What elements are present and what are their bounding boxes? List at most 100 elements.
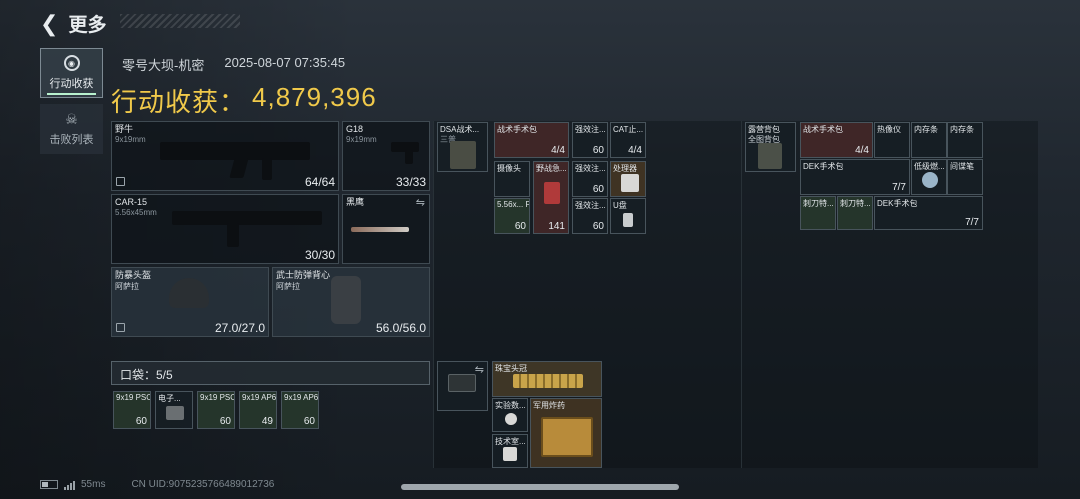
signal-icon	[64, 480, 75, 490]
back-label: 更多	[68, 15, 107, 36]
backpack-item[interactable]: 军用炸药	[530, 398, 602, 468]
tab-kills[interactable]: ☠ 击败列表	[40, 104, 103, 154]
bag-item[interactable]: 内存条	[911, 122, 947, 158]
tab-loot-label: 行动收获	[49, 78, 94, 90]
pistol-grip	[405, 150, 413, 164]
bag-item[interactable]: DEK手术包 7/7	[800, 159, 910, 195]
rig-item[interactable]: 处理器	[610, 161, 646, 197]
pocket-header: 口袋：5/5	[111, 361, 430, 385]
backpack-item[interactable]: 技术室...	[492, 434, 528, 468]
loot-value: 4,879,396	[252, 82, 377, 112]
item-name: 军用炸药	[533, 401, 565, 410]
backpack-item[interactable]: 珠宝头冠	[492, 361, 602, 397]
pocket-item[interactable]: 9x19 PSO 60	[113, 391, 151, 429]
swap-icon[interactable]: ⇋	[416, 196, 425, 209]
item-count: 141	[548, 221, 565, 232]
item-count: 4/4	[855, 145, 869, 156]
swap-icon[interactable]: ⇋	[475, 363, 484, 376]
weapon-slot-pistol[interactable]: G18 9x19mm 33/33	[342, 121, 430, 191]
rig-item[interactable]: 强效注... 60	[572, 161, 608, 197]
item-name: 9x19 AP6.3	[284, 393, 319, 402]
pocket-item[interactable]: 9x19 PSO 60	[197, 391, 235, 429]
bag-item[interactable]: 刺刀特...	[800, 196, 836, 230]
armor-durability: 27.0/27.0	[214, 321, 265, 335]
helmet-slot[interactable]: 防暴头盔 阿萨拉 27.0/27.0	[111, 267, 269, 337]
weapon-name: G18	[346, 124, 364, 134]
rig-item[interactable]: U盘	[610, 198, 646, 234]
item-name: 内存条	[914, 125, 938, 134]
rig-slot[interactable]: DSA战术... 三普	[437, 122, 488, 172]
crown-icon	[513, 374, 583, 388]
item-count: 60	[592, 184, 604, 195]
rifle-mag	[227, 223, 239, 247]
item-name: 处理器	[613, 164, 637, 173]
battery-icon	[40, 480, 58, 489]
header-decoration	[120, 14, 240, 28]
armor-durability: 56.0/56.0	[375, 321, 426, 335]
chevron-left-icon: ❮	[40, 10, 59, 36]
crate-icon	[541, 417, 593, 457]
lock-icon	[116, 323, 125, 332]
item-count: 7/7	[892, 182, 906, 193]
rig-item[interactable]: CAT止... 4/4	[610, 122, 646, 158]
back-button[interactable]: ❮ 更多	[40, 10, 106, 37]
item-name: 热像仪	[877, 125, 901, 134]
bag-item[interactable]: 刺刀特...	[837, 196, 873, 230]
loot-icon: ◉	[63, 55, 80, 71]
rifle-grip	[229, 158, 249, 178]
rig-item[interactable]: 强效注... 60	[572, 122, 608, 158]
item-name: 强效注...	[575, 125, 606, 134]
item-name: 间谍笔	[950, 162, 974, 171]
page-title: 行动收获： 4,879,396	[111, 82, 377, 119]
bag-item[interactable]: 低级燃...	[911, 159, 947, 195]
armor-name: 武士防弹背心	[276, 270, 331, 280]
bag-item[interactable]: 战术手术包 4/4	[800, 122, 873, 158]
backpack-item[interactable]: 实验数...	[492, 398, 528, 432]
armor-sub: 阿萨拉	[115, 282, 139, 291]
item-name: 珠宝头冠	[495, 364, 527, 373]
medkit-icon	[544, 182, 560, 204]
item-name: 刺刀特...	[803, 199, 834, 208]
item-name: 9x19 PSO	[200, 393, 235, 402]
item-name: 内存条	[950, 125, 974, 134]
status-bar: 55ms CN UID:9075235766489012736	[40, 479, 274, 490]
bag-slot[interactable]: 露营背包 全图背包	[745, 122, 796, 172]
home-indicator[interactable]	[401, 484, 679, 490]
tab-loot[interactable]: ◉ 行动收获	[40, 48, 103, 98]
item-count: 60	[592, 221, 604, 232]
backpack-slot[interactable]: ⇋	[437, 361, 488, 411]
melee-slot[interactable]: 黑鹰 ⇋	[342, 194, 430, 264]
chip-icon	[166, 406, 184, 420]
rifle-icon	[172, 211, 322, 225]
bag-item[interactable]: 内存条	[947, 122, 983, 158]
item-name: 低级燃...	[914, 162, 945, 171]
item-name: CAT止...	[613, 125, 644, 134]
weapon-slot-secondary[interactable]: CAR-15 5.56x45mm 30/30	[111, 194, 339, 264]
vest-slot[interactable]: 武士防弹背心 阿萨拉 56.0/56.0	[272, 267, 430, 337]
bag-item[interactable]: 热像仪	[874, 122, 910, 158]
rig-item[interactable]: 野战急... 141	[533, 161, 569, 234]
rig-item[interactable]: 强效注... 60	[572, 198, 608, 234]
weapon-ammo-count: 33/33	[395, 175, 426, 189]
processor-icon	[621, 174, 639, 192]
document-icon	[503, 447, 517, 461]
helmet-icon	[169, 278, 209, 308]
rig-item[interactable]: 5.56x... FMJ 60	[494, 198, 530, 234]
item-count: 60	[592, 145, 604, 156]
weapon-name: 野牛	[115, 124, 134, 134]
vest-icon	[331, 276, 361, 324]
item-name: 刺刀特...	[840, 199, 871, 208]
bag-item[interactable]: DEK手术包 7/7	[874, 196, 983, 230]
pocket-item[interactable]: 电子...	[155, 391, 193, 429]
weapon-name: CAR-15	[115, 197, 148, 207]
pocket-item[interactable]: 9x19 AP6.3 49	[239, 391, 277, 429]
pocket-item[interactable]: 9x19 AP6.3 60	[281, 391, 319, 429]
rig-item[interactable]: 摄像头	[494, 161, 530, 197]
weapon-slot-primary[interactable]: 野牛 9x19mm 64/64	[111, 121, 339, 191]
weapon-name: 黑鹰	[346, 197, 365, 207]
bag-item[interactable]: 间谍笔	[947, 159, 983, 195]
weapon-ammo: 9x19mm	[346, 135, 377, 144]
item-count: 60	[135, 416, 147, 427]
rig-item[interactable]: 战术手术包 4/4	[494, 122, 569, 158]
backpack-icon	[758, 143, 782, 169]
